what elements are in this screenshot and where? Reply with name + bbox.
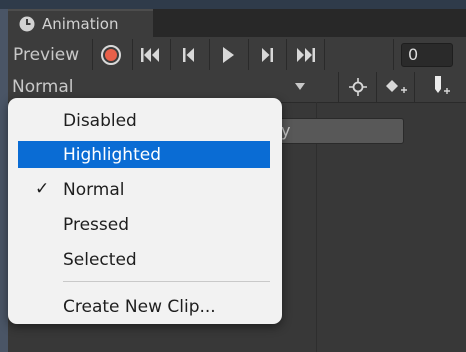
chevron-right-icon: y (281, 121, 291, 140)
desktop-background (0, 0, 466, 9)
record-icon (100, 44, 121, 65)
menu-item-label: Selected (63, 249, 137, 270)
menu-item-selected[interactable]: Selected (18, 246, 270, 273)
add-event-icon (434, 76, 450, 94)
menu-item-normal[interactable]: ✓ Normal (18, 176, 270, 203)
play-button[interactable] (209, 39, 245, 70)
clip-dropdown-label: Normal (12, 77, 74, 97)
tab-label: Animation (42, 15, 119, 33)
first-keyframe-icon (140, 47, 159, 62)
menu-item-label: Normal (63, 179, 125, 200)
tab-animation[interactable]: Animation (8, 9, 153, 37)
clock-icon (19, 16, 35, 32)
menu-item-label: Disabled (63, 110, 137, 131)
previous-keyframe-button[interactable] (170, 39, 206, 70)
menu-item-label: Pressed (63, 214, 129, 235)
frame-field[interactable]: 0 (401, 43, 453, 67)
last-keyframe-button[interactable] (286, 39, 322, 70)
next-keyframe-button[interactable] (248, 39, 284, 70)
add-property-button[interactable]: y (262, 118, 404, 144)
menu-item-highlighted[interactable]: Highlighted (18, 141, 270, 168)
target-icon (348, 78, 367, 96)
previous-keyframe-icon (182, 47, 194, 62)
preview-button[interactable]: Preview (8, 39, 92, 70)
menu-item-disabled[interactable]: Disabled (18, 107, 270, 134)
menu-item-create-new-clip[interactable]: Create New Clip... (18, 293, 270, 320)
first-keyframe-button[interactable] (132, 39, 168, 70)
scene-view-edge (0, 9, 8, 352)
checkmark-icon: ✓ (35, 179, 50, 199)
clip-menu: Disabled Highlighted ✓ Normal Pressed Se… (8, 98, 282, 324)
chevron-down-icon (295, 83, 305, 90)
add-keyframe-icon (385, 80, 407, 93)
add-keyframe-button[interactable] (376, 72, 414, 102)
last-keyframe-icon (296, 47, 315, 62)
play-icon (222, 46, 234, 63)
record-button[interactable] (92, 39, 128, 70)
target-button[interactable] (338, 72, 376, 102)
playback-toolbar: Preview 0 (8, 37, 466, 73)
menu-item-label: Create New Clip... (63, 296, 216, 317)
toolbar-spacer (324, 39, 394, 70)
add-event-button[interactable] (414, 72, 466, 102)
menu-divider (63, 281, 270, 282)
next-keyframe-icon (261, 47, 273, 62)
menu-item-label: Highlighted (63, 144, 161, 165)
menu-item-pressed[interactable]: Pressed (18, 211, 270, 238)
